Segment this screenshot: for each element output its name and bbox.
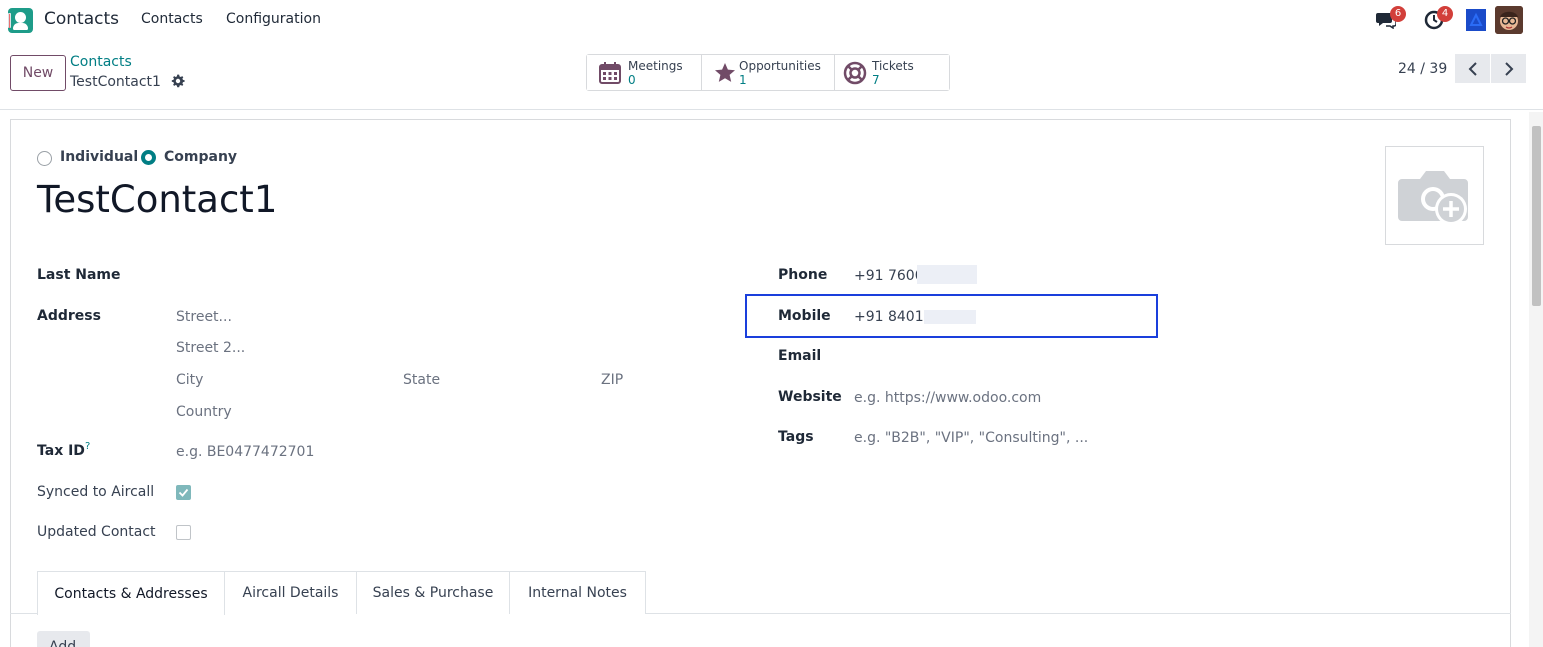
website-input[interactable]: e.g. https://www.odoo.com xyxy=(854,390,1041,406)
tickets-label: Tickets xyxy=(872,59,914,73)
lifebuoy-icon xyxy=(843,61,867,85)
aircall-icon[interactable] xyxy=(1466,9,1486,31)
tab-sales-purchase[interactable]: Sales & Purchase xyxy=(356,571,510,614)
street2-input[interactable]: Street 2... xyxy=(176,340,245,356)
opportunities-count: 1 xyxy=(739,73,747,87)
top-navbar: Contacts Contacts Configuration 6 4 xyxy=(0,0,1543,40)
notebook-tabs: Contacts & Addresses Aircall Details Sal… xyxy=(10,571,1511,615)
state-input[interactable]: State xyxy=(403,372,440,388)
tags-label: Tags xyxy=(778,429,814,445)
vertical-scrollbar[interactable] xyxy=(1529,112,1543,647)
control-panel: New Contacts TestContact1 Meetings 0 Opp… xyxy=(0,40,1543,110)
city-input[interactable]: City xyxy=(176,372,203,388)
contacts-app-icon[interactable] xyxy=(8,8,33,33)
last-name-label: Last Name xyxy=(37,267,121,283)
app-name[interactable]: Contacts xyxy=(44,9,119,29)
user-avatar[interactable] xyxy=(1495,6,1523,34)
updated-contact-label: Updated Contact xyxy=(37,524,156,540)
contact-name-field[interactable]: TestContact1 xyxy=(37,178,277,221)
calendar-icon xyxy=(599,62,621,84)
radio-individual-label[interactable]: Individual xyxy=(60,149,138,165)
gear-icon[interactable] xyxy=(170,73,186,89)
country-input[interactable]: Country xyxy=(176,404,232,420)
tax-id-help-icon[interactable]: ? xyxy=(85,441,90,452)
tab-aircall-details[interactable]: Aircall Details xyxy=(224,571,357,614)
synced-aircall-checkbox[interactable] xyxy=(176,485,191,500)
tickets-smart-button[interactable]: Tickets 7 xyxy=(835,55,949,90)
tab-internal-notes[interactable]: Internal Notes xyxy=(509,571,646,614)
messages-badge: 6 xyxy=(1390,6,1406,22)
street-input[interactable]: Street... xyxy=(176,309,232,325)
address-label: Address xyxy=(37,308,101,324)
updated-contact-checkbox[interactable] xyxy=(176,525,191,540)
menu-configuration[interactable]: Configuration xyxy=(226,11,321,27)
camera-add-icon xyxy=(1398,171,1468,225)
star-icon xyxy=(715,63,735,82)
smart-buttons: Meetings 0 Opportunities 1 Tickets 7 xyxy=(586,54,950,91)
phone-input[interactable]: +91 7600 xyxy=(854,268,924,284)
phone-redaction xyxy=(917,265,977,284)
menu-contacts[interactable]: Contacts xyxy=(141,11,203,27)
tax-id-label: Tax ID xyxy=(37,443,85,459)
chevron-left-icon xyxy=(1468,61,1477,76)
radio-company-label[interactable]: Company xyxy=(164,149,237,165)
breadcrumb-contacts[interactable]: Contacts xyxy=(70,54,132,70)
add-button[interactable]: Add xyxy=(37,631,90,647)
check-icon xyxy=(178,488,189,497)
phone-label: Phone xyxy=(778,267,828,283)
scrollbar-thumb[interactable] xyxy=(1532,126,1541,306)
activities-badge: 4 xyxy=(1437,6,1453,22)
activities-button[interactable]: 4 xyxy=(1424,6,1453,34)
website-label: Website xyxy=(778,389,842,405)
tax-id-input[interactable]: e.g. BE0477472701 xyxy=(176,444,314,460)
tab-contacts-addresses[interactable]: Contacts & Addresses xyxy=(37,571,225,615)
meetings-label: Meetings xyxy=(628,59,683,73)
mobile-highlight-box xyxy=(745,294,1158,338)
new-button[interactable]: New xyxy=(10,55,66,91)
synced-aircall-label: Synced to Aircall xyxy=(37,484,155,500)
meetings-count: 0 xyxy=(628,73,636,87)
radio-company[interactable] xyxy=(141,150,156,165)
email-label: Email xyxy=(778,348,822,364)
pager-value[interactable]: 24 / 39 xyxy=(1398,61,1447,77)
messages-button[interactable]: 6 xyxy=(1376,6,1406,33)
opportunities-smart-button[interactable]: Opportunities 1 xyxy=(702,55,835,90)
meetings-smart-button[interactable]: Meetings 0 xyxy=(587,55,702,90)
radio-individual[interactable] xyxy=(37,151,52,166)
pager-previous-button[interactable] xyxy=(1455,54,1490,83)
tags-input[interactable]: e.g. "B2B", "VIP", "Consulting", ... xyxy=(854,430,1088,446)
opportunities-label: Opportunities xyxy=(739,59,821,73)
zip-input[interactable]: ZIP xyxy=(601,372,623,388)
tickets-count: 7 xyxy=(872,73,880,87)
image-upload[interactable] xyxy=(1385,146,1484,245)
breadcrumb-record-name: TestContact1 xyxy=(70,74,161,90)
pager-next-button[interactable] xyxy=(1491,54,1526,83)
chevron-right-icon xyxy=(1504,61,1513,76)
